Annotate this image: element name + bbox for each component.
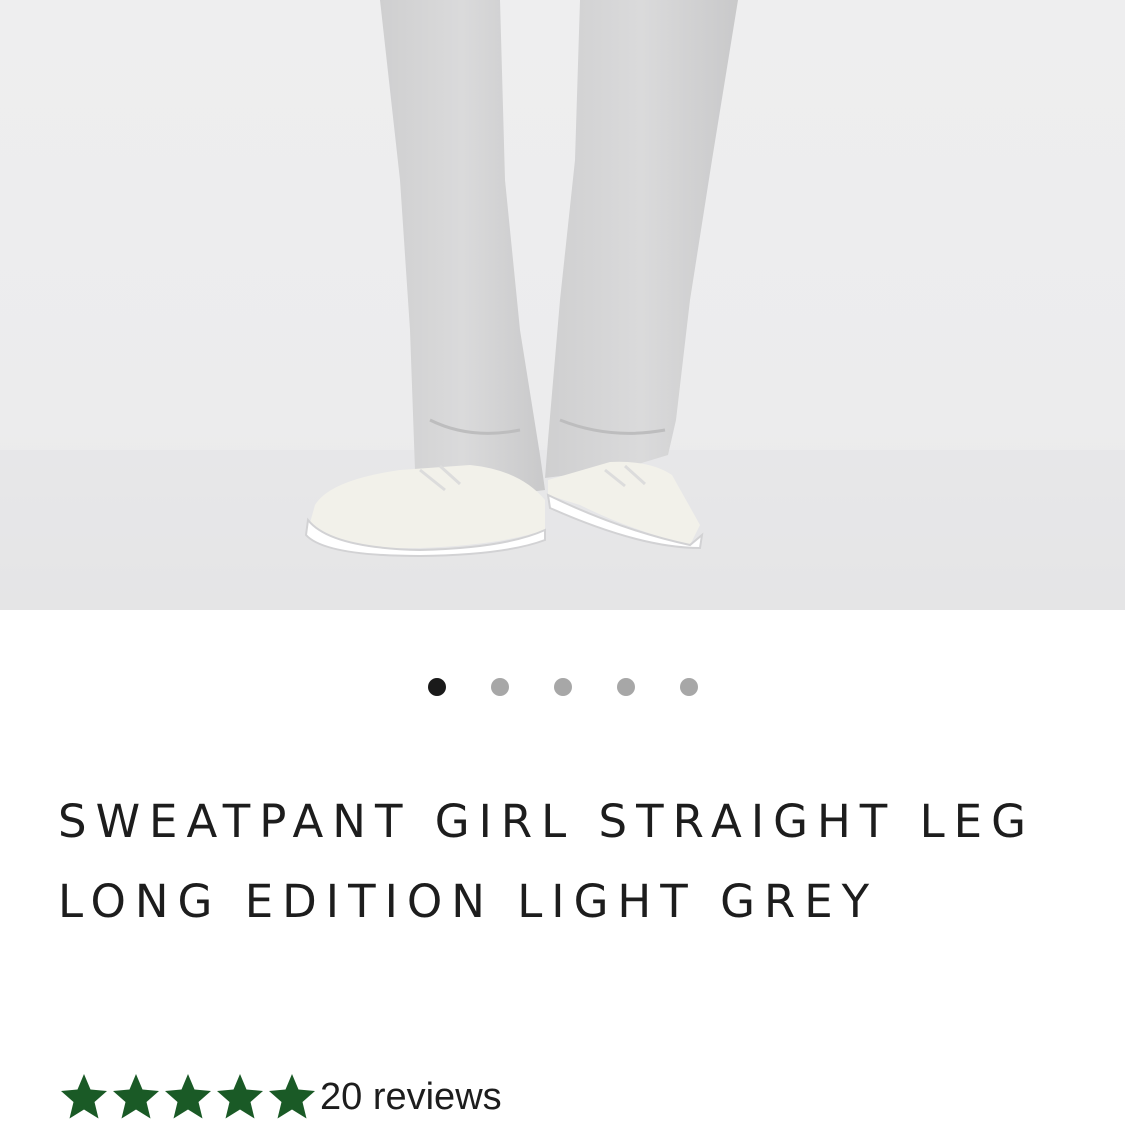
star-icon xyxy=(214,1072,266,1122)
star-icon xyxy=(162,1072,214,1122)
carousel-dot[interactable] xyxy=(679,678,698,696)
star-icon xyxy=(110,1072,162,1122)
carousel-dot[interactable] xyxy=(490,678,509,696)
product-image[interactable] xyxy=(0,0,1125,610)
carousel-pagination xyxy=(0,678,1125,696)
product-photo xyxy=(0,0,1125,610)
carousel-dot[interactable] xyxy=(553,678,572,696)
reviews-link[interactable]: 20 reviews xyxy=(320,1076,502,1119)
star-icon xyxy=(58,1072,110,1122)
product-title: SWEATPANT GIRL STRAIGHT LEG LONG EDITION… xyxy=(58,795,1035,928)
star-rating xyxy=(58,1072,318,1122)
star-icon xyxy=(266,1072,318,1122)
carousel-dot[interactable] xyxy=(616,678,635,696)
carousel-dot[interactable] xyxy=(427,678,446,696)
product-rating[interactable]: 20 reviews xyxy=(58,1072,502,1122)
